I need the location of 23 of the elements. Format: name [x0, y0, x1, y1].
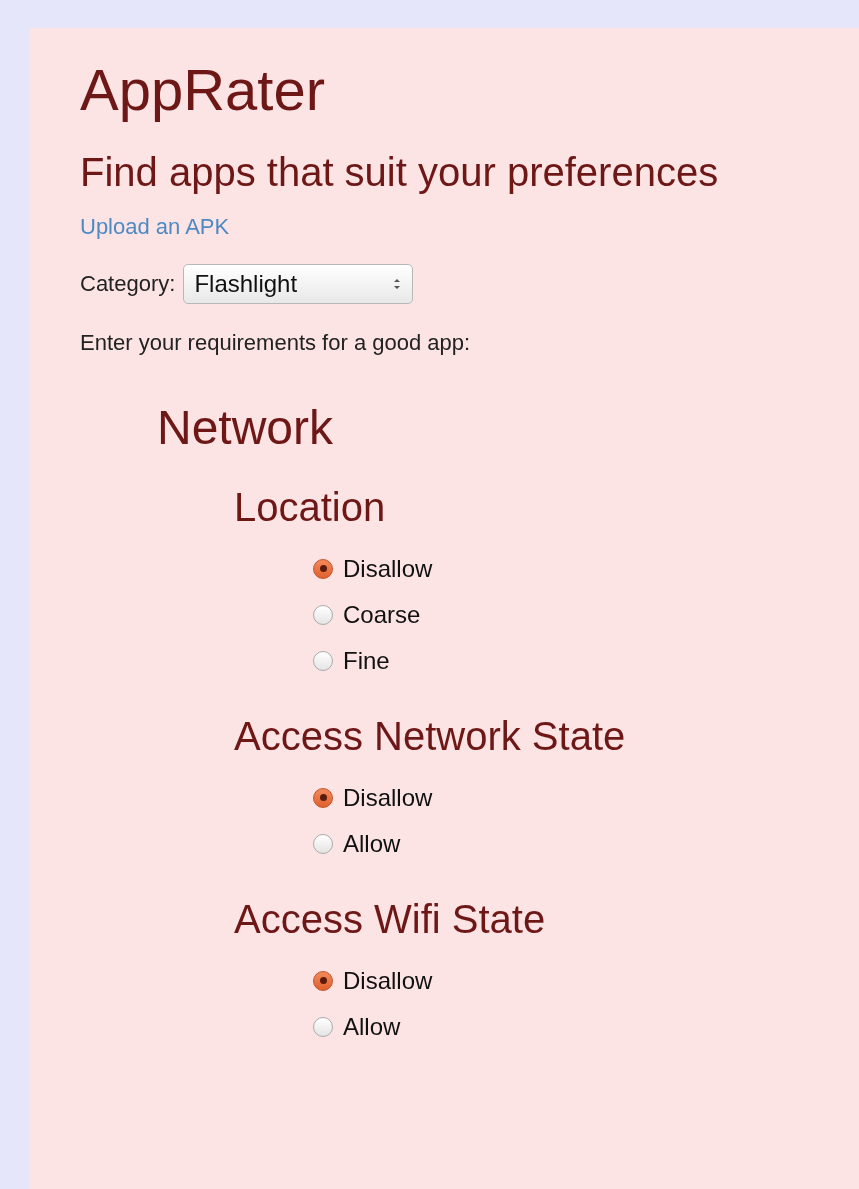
radio-button[interactable]	[313, 787, 333, 808]
radio-button[interactable]	[313, 558, 333, 579]
permission-heading: Location	[234, 484, 387, 530]
permission-heading: Access Network State	[234, 713, 627, 759]
radio-button[interactable]	[313, 970, 333, 991]
subtitle: Find apps that suit your preferences	[80, 149, 720, 194]
option-label[interactable]: Fine	[343, 646, 390, 675]
option-label[interactable]: Allow	[343, 829, 401, 858]
option-label[interactable]: Disallow	[343, 966, 433, 995]
app-title: AppRater	[80, 58, 327, 122]
radio-button[interactable]	[313, 604, 333, 625]
option-label[interactable]: Allow	[343, 1012, 401, 1041]
option-label[interactable]: Coarse	[343, 600, 421, 629]
radio-button[interactable]	[313, 833, 333, 854]
category-select[interactable]: Flashlight	[183, 263, 414, 304]
radio-button[interactable]	[313, 650, 333, 671]
option-label[interactable]: Disallow	[343, 783, 433, 812]
permission-heading: Access Wifi State	[234, 896, 547, 942]
category-label: Category:	[80, 270, 176, 297]
section-heading: Network	[157, 399, 335, 455]
radio-button[interactable]	[313, 1016, 333, 1037]
option-label[interactable]: Disallow	[343, 554, 433, 583]
instructions-text: Enter your requirements for a good app:	[80, 329, 472, 356]
